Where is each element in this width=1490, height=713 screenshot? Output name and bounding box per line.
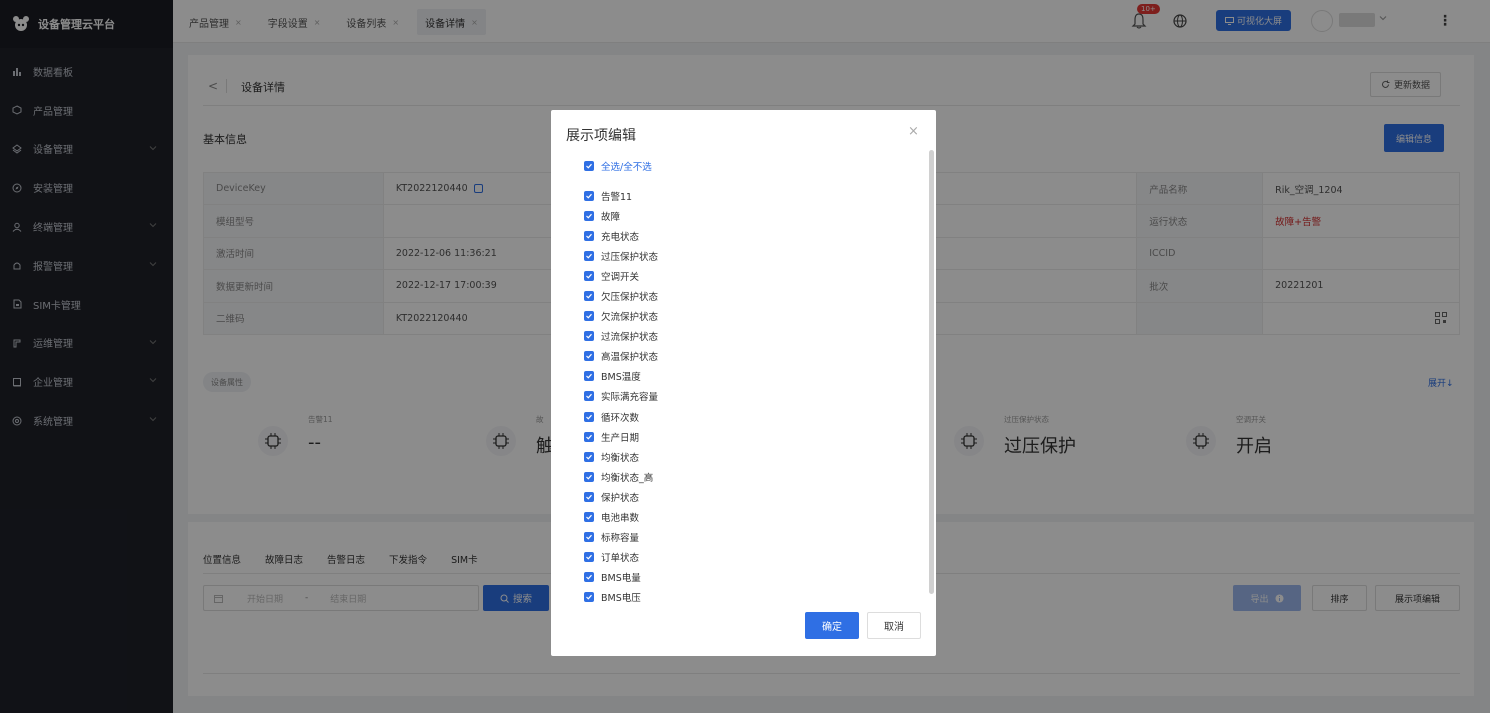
checkbox-icon [584,211,594,222]
checkbox-icon [584,531,594,542]
cancel-button[interactable]: 取消 [867,612,921,639]
checkbox-icon [584,391,594,402]
option-checkbox[interactable]: 订单状态 [584,547,924,567]
option-checkbox[interactable]: 电池串数 [584,507,924,527]
option-label: 标称容量 [601,532,640,544]
option-checkbox[interactable]: 欠压保护状态 [584,286,924,306]
option-label: 订单状态 [601,552,640,564]
checkbox-icon [584,351,594,362]
checkbox-icon [584,511,594,522]
option-label: 生产日期 [601,432,640,444]
option-checkbox[interactable]: 标称容量 [584,527,924,547]
close-icon[interactable]: × [908,124,919,139]
option-checkbox[interactable]: 循环次数 [584,407,924,427]
option-label: 欠流保护状态 [601,312,659,324]
modal-title: 展示项编辑 [566,128,636,144]
option-label: BMS温度 [601,372,641,384]
checkbox-icon [584,251,594,262]
option-checkbox[interactable]: 实际满充容量 [584,386,924,406]
option-label: 循环次数 [601,412,640,424]
option-checkbox[interactable]: BMS电压 [584,587,924,607]
display-items-modal: 展示项编辑 × 全选/全不选 告警11 故障充电状态过压保护状态 空调开关欠压保护状… [551,110,936,656]
option-checkbox[interactable]: BMS温度 [584,366,924,386]
checkbox-icon [584,371,594,382]
checkbox-icon [584,571,594,582]
checkbox-icon [584,551,594,562]
option-label: 故障 [601,212,621,224]
option-label: 均衡状态_高 [601,472,654,484]
option-label: 过流保护状态 [601,332,659,344]
checkbox-icon [584,311,594,322]
option-label: BMS电压 [601,592,641,604]
option-checkbox[interactable]: 过流保护状态 [584,326,924,346]
option-checkbox[interactable]: 充电状态 [584,226,924,246]
checkbox-icon [584,291,594,302]
checkbox-icon [584,491,594,502]
option-label: 欠压保护状态 [601,292,659,304]
option-label: 均衡状态 [601,452,640,464]
option-checkbox[interactable]: 生产日期 [584,427,924,447]
option-checkbox[interactable]: 均衡状态 [584,447,924,467]
option-label: 电池串数 [601,512,640,524]
options-list: 全选/全不选 告警11 故障充电状态过压保护状态 空调开关欠压保护状态 欠流保护状态过… [584,156,924,618]
checkbox-icon [584,591,594,602]
option-checkbox[interactable]: 欠流保护状态 [584,306,924,326]
option-checkbox[interactable]: 高温保护状态 [584,346,924,366]
option-label: 充电状态 [601,232,640,244]
option-checkbox[interactable]: 保护状态 [584,487,924,507]
checkbox-icon [584,431,594,442]
checkbox-icon [584,411,594,422]
option-checkbox[interactable]: 空调开关 [584,266,924,286]
option-checkbox[interactable]: 故障 [584,206,924,226]
confirm-button[interactable]: 确定 [805,612,859,639]
option-checkbox[interactable]: BMS电量 [584,567,924,587]
checkbox-icon [584,471,594,482]
checkbox-icon [584,271,594,282]
option-checkbox[interactable]: 过压保护状态 [584,246,924,266]
checkbox-icon [584,191,594,202]
option-label: 实际满充容量 [601,392,659,404]
option-label: 告警11 [601,192,633,204]
checkbox-icon [584,231,594,242]
option-label: 空调开关 [601,272,640,284]
checkbox-icon [584,161,594,171]
select-all-checkbox[interactable]: 全选/全不选 [584,156,924,176]
option-checkbox[interactable]: 告警11 [584,186,924,206]
option-label: 高温保护状态 [601,352,659,364]
option-label: 保护状态 [601,492,640,504]
option-label: BMS电量 [601,572,641,584]
scrollbar[interactable] [929,150,934,594]
option-label: 过压保护状态 [601,252,659,264]
checkbox-icon [584,331,594,342]
checkbox-icon [584,451,594,462]
option-checkbox[interactable]: 均衡状态_高 [584,467,924,487]
